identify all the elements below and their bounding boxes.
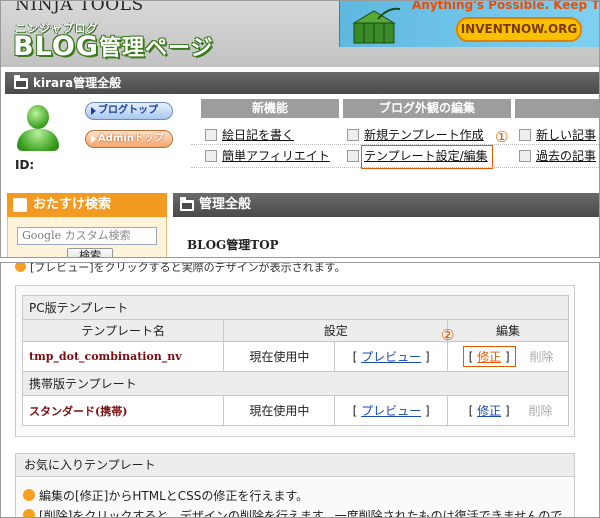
table-row: tmp_dot_combination_nv 現在使用中 [ プレビュー ] [… [21,341,569,372]
help-note: [削除]をクリックすると、デザインの削除を行えます。一度削除されたものは復活でき… [23,507,563,518]
menu-item-new-article[interactable]: 新しい記事 [519,127,596,143]
preview-link[interactable]: プレビュー [361,404,421,418]
delete-link[interactable]: 削除 [529,350,553,364]
site-header: NINJA TOOLS ニンジャブログ BLOG管理ページ Anything's… [1,0,600,67]
blog-admin-logo: BLOG管理ページ [13,31,214,65]
ninja-tools-logo: NINJA TOOLS [15,0,144,15]
user-id-label: ID: [15,158,35,172]
user-avatar [15,105,59,153]
admin-top-button-label: Adminトップ [98,133,164,144]
play-arrow-icon [91,135,96,143]
menu-item-label[interactable]: 過去の記事 [536,149,596,163]
preview-link[interactable]: プレビュー [361,350,421,364]
menu-header-blog-appearance: ブログ外観の編集 [343,99,511,118]
edit-cell: [ 修正 ] 削除 [447,395,569,426]
help-search-title: おたすけ検索 [33,197,112,212]
google-logo-text: Google [22,229,62,242]
menu-item-label[interactable]: 新規テンプレート作成 [364,128,484,142]
annotation-box-2: [ 修正 ] [462,346,516,367]
greenhouse-icon [352,7,401,44]
info-bullet-icon [15,263,26,272]
avatar-body [17,129,59,151]
blog-logo-text: BLOG [13,31,99,62]
edit-link[interactable]: 修正 [477,350,501,364]
help-note-text: [削除]をクリックすると、デザインの削除を行えます。一度削除されたものは復活でき… [39,509,563,518]
help-search-header: おたすけ検索 [7,193,167,217]
search-box-icon [13,198,27,212]
old-article-icon [519,150,531,162]
account-bar: kirara管理全般 [5,72,599,94]
general-admin-label: 管理全般 [199,197,252,212]
menu-item-past-articles[interactable]: 過去の記事 [519,148,596,164]
help-note: 編集の[修正]からHTMLとCSSの修正を行えます。 [23,487,308,504]
delete-link[interactable]: 削除 [528,404,552,418]
menu-item-label[interactable]: 簡単アフィリエイト [222,149,330,163]
play-arrow-icon [91,107,96,115]
menu-item-picture-diary[interactable]: 絵日記を書く [205,127,294,143]
edit-wrapper: [ 修正 ] [468,404,510,418]
blog-top-button-label: ブログトップ [98,105,158,116]
pencil-icon [347,129,359,141]
menu-item-easy-affiliate[interactable]: 簡単アフィリエイト [205,148,330,164]
help-note-text: 編集の[修正]からHTMLとCSSの修正を行えます。 [39,489,309,503]
edit-link[interactable]: 修正 [477,404,501,418]
preview-cell: [ プレビュー ] [334,395,449,426]
admin-header-panel: NINJA TOOLS ニンジャブログ BLOG管理ページ Anything's… [0,0,600,258]
annotation-box-1 [361,145,493,169]
folder-icon [14,75,28,89]
preview-cell: [ プレビュー ] [334,341,449,372]
preview-hint: [プレビュー]をクリックすると実際のデザインが表示されます。 [15,262,346,275]
menu-header-articles [515,99,599,118]
menu-divider [191,144,599,145]
blog-top-button[interactable]: ブログトップ [85,102,173,120]
advertisement-banner[interactable]: Anything's Possible. Keep Thinki INVENTN… [339,1,600,47]
menu-item-new-template[interactable]: 新規テンプレート作成 [347,127,484,143]
folder-icon [180,197,194,211]
account-bar-label: kirara管理全般 [33,76,122,90]
col-settings: 設定 [223,319,449,342]
col-edit: 編集 [447,319,569,342]
annotation-number-2: ② [441,326,455,344]
template-settings-icon [347,150,359,162]
ad-slogan: Anything's Possible. Keep Thinki [412,1,600,12]
search-placeholder: カスタム検索 [64,229,131,242]
custom-search-input[interactable]: Google カスタム検索 [17,227,157,245]
info-bullet-icon [23,489,35,501]
admin-page-logo-text: 管理ページ [98,36,214,61]
picture-diary-icon [205,129,217,141]
menu-item-label[interactable]: 新しい記事 [536,128,596,142]
favorites-title: お気に入りテンプレート [15,453,575,477]
new-article-icon [519,129,531,141]
menu-header-new-features: 新機能 [201,99,339,118]
info-bullet-icon [23,509,35,517]
search-button[interactable]: 検索 [67,248,113,257]
mobile-template-section: 携帯版テンプレート [22,371,569,396]
col-template-name: テンプレート名 [21,319,225,342]
general-admin-bar: 管理全般 [173,193,599,217]
admin-top-button[interactable]: Adminトップ [85,130,173,148]
affiliate-icon [205,150,217,162]
template-table: PC版テンプレート テンプレート名 設定 編集 tmp_dot_combinat… [21,295,569,426]
inventnow-button[interactable]: INVENTNOW.ORG [456,17,582,42]
template-management-panel: [プレビュー]をクリックすると実際のデザインが表示されます。 PC版テンプレート… [0,262,600,518]
menu-item-label[interactable]: 絵日記を書く [222,128,294,142]
template-status: 現在使用中 [223,395,336,426]
edit-cell: [ 修正 ] 削除 [447,341,569,372]
template-name: スタンダード(携帯) [21,395,225,426]
template-status: 現在使用中 [223,341,336,372]
blog-admin-top-heading: BLOG管理TOP [187,238,279,252]
avatar-head [27,105,49,129]
pc-template-section: PC版テンプレート [22,295,569,320]
template-name: tmp_dot_combination_nv [21,341,225,372]
preview-hint-text: [プレビュー]をクリックすると実際のデザインが表示されます。 [30,262,346,274]
table-row: スタンダード(携帯) 現在使用中 [ プレビュー ] [ 修正 ] 削除 [21,395,569,426]
menu-divider [191,167,599,168]
